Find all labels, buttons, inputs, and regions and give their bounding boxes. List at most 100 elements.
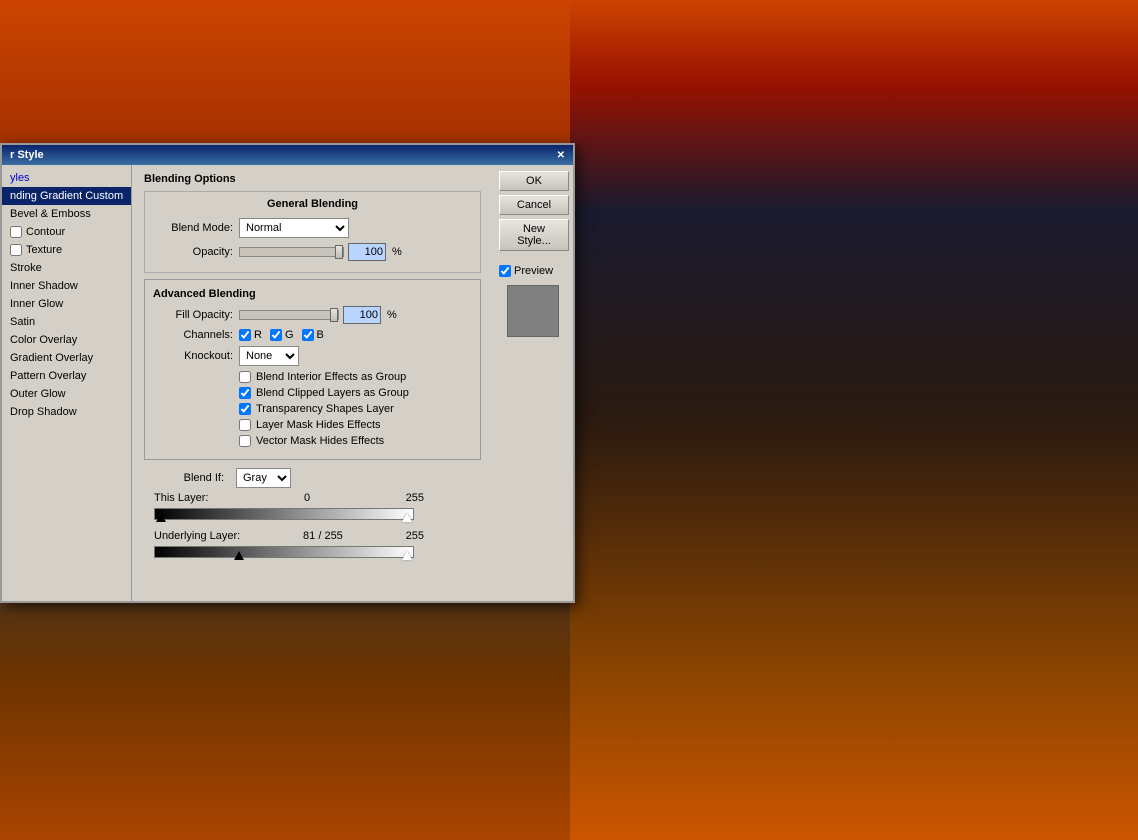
- ok-button[interactable]: OK: [499, 171, 569, 191]
- satin-item[interactable]: Satin: [2, 313, 131, 331]
- advanced-checkboxes: Blend Interior Effects as Group Blend Cl…: [153, 371, 472, 447]
- fill-opacity-percent: %: [387, 309, 397, 321]
- knockout-select[interactable]: None Shallow Deep: [239, 346, 299, 366]
- bevel-emboss-item[interactable]: Bevel & Emboss: [2, 205, 131, 223]
- general-blending-header: General Blending: [153, 198, 472, 210]
- preview-checkbox[interactable]: [499, 265, 511, 277]
- channel-b-checkbox[interactable]: [302, 329, 314, 341]
- blend-interior-row: Blend Interior Effects as Group: [239, 371, 472, 383]
- underlying-layer-min: 81 / 255: [303, 530, 343, 542]
- opacity-input[interactable]: [348, 243, 386, 261]
- cancel-button[interactable]: Cancel: [499, 195, 569, 215]
- stroke-item[interactable]: Stroke: [2, 259, 131, 277]
- layer-mask-row: Layer Mask Hides Effects: [239, 419, 472, 431]
- layer-style-dialog: r Style ✕ yles nding Gradient Custom Bev…: [0, 143, 575, 603]
- knockout-label: Knockout:: [153, 350, 233, 362]
- pattern-overlay-item[interactable]: Pattern Overlay: [2, 367, 131, 385]
- new-style-button[interactable]: New Style...: [499, 219, 569, 251]
- underlying-layer-slider[interactable]: [154, 544, 414, 560]
- blend-if-select[interactable]: Gray Red Green Blue: [236, 468, 291, 488]
- fill-opacity-thumb[interactable]: [330, 308, 338, 322]
- color-overlay-item[interactable]: Color Overlay: [2, 331, 131, 349]
- channels-row: Channels: R G B: [153, 329, 472, 341]
- preview-box: [507, 285, 559, 337]
- vector-mask-row: Vector Mask Hides Effects: [239, 435, 472, 447]
- blend-interior-checkbox[interactable]: [239, 371, 251, 383]
- dialog-titlebar: r Style ✕: [2, 145, 573, 165]
- transparency-shapes-checkbox[interactable]: [239, 403, 251, 415]
- dialog-title: r Style: [10, 149, 44, 161]
- blend-mode-label: Blend Mode:: [153, 222, 233, 234]
- blend-clipped-row: Blend Clipped Layers as Group: [239, 387, 472, 399]
- this-layer-right-handle[interactable]: [402, 513, 412, 522]
- opacity-slider-thumb[interactable]: [335, 245, 343, 259]
- layer-mask-label: Layer Mask Hides Effects: [256, 419, 381, 431]
- opacity-slider-track[interactable]: [239, 247, 344, 257]
- styles-panel-item[interactable]: yles: [2, 169, 131, 187]
- blend-if-section: Blend If: Gray Red Green Blue This Layer…: [144, 468, 481, 560]
- texture-checkbox[interactable]: [10, 244, 22, 256]
- styles-panel: yles nding Gradient Custom Bevel & Embos…: [2, 165, 132, 601]
- dialog-body: yles nding Gradient Custom Bevel & Embos…: [2, 165, 573, 601]
- this-layer-track: [154, 508, 414, 520]
- fill-opacity-input[interactable]: [343, 306, 381, 324]
- preview-container: Preview: [499, 261, 567, 345]
- this-layer-slider[interactable]: [154, 506, 414, 522]
- opacity-row: Opacity: %: [153, 243, 472, 261]
- channel-g: G: [270, 329, 294, 341]
- channel-r: R: [239, 329, 262, 341]
- preview-label: Preview: [514, 265, 553, 277]
- general-blending-section: General Blending Blend Mode: Normal Diss…: [144, 191, 481, 273]
- underlying-layer-left-handle[interactable]: [234, 551, 244, 560]
- transparency-shapes-row: Transparency Shapes Layer: [239, 403, 472, 415]
- blending-options-item[interactable]: nding Gradient Custom: [2, 187, 131, 205]
- close-icon[interactable]: ✕: [557, 150, 565, 161]
- preview-label-row: Preview: [499, 265, 567, 277]
- inner-shadow-item[interactable]: Inner Shadow: [2, 277, 131, 295]
- underlying-layer-max: 255: [406, 530, 424, 542]
- layer-mask-checkbox[interactable]: [239, 419, 251, 431]
- blend-if-row: Blend If: Gray Red Green Blue: [144, 468, 481, 488]
- this-layer-header: This Layer: 0 255: [154, 492, 424, 504]
- texture-item[interactable]: Texture: [2, 241, 131, 259]
- channel-g-checkbox[interactable]: [270, 329, 282, 341]
- channel-r-checkbox[interactable]: [239, 329, 251, 341]
- vector-mask-checkbox[interactable]: [239, 435, 251, 447]
- channel-b-label: B: [317, 329, 324, 341]
- this-layer-container: This Layer: 0 255 Underlying Layer:: [144, 492, 481, 560]
- blend-mode-select[interactable]: Normal Dissolve Multiply Screen Overlay: [239, 218, 349, 238]
- fill-opacity-row: Fill Opacity: %: [153, 306, 472, 324]
- blend-clipped-checkbox[interactable]: [239, 387, 251, 399]
- contour-checkbox[interactable]: [10, 226, 22, 238]
- channel-r-label: R: [254, 329, 262, 341]
- gradient-overlay-item[interactable]: Gradient Overlay: [2, 349, 131, 367]
- fill-opacity-slider-container: %: [239, 306, 397, 324]
- outer-glow-item[interactable]: Outer Glow: [2, 385, 131, 403]
- vector-mask-label: Vector Mask Hides Effects: [256, 435, 384, 447]
- drop-shadow-item[interactable]: Drop Shadow: [2, 403, 131, 421]
- blend-interior-label: Blend Interior Effects as Group: [256, 371, 406, 383]
- underlying-layer-header: Underlying Layer: 81 / 255 255: [154, 530, 424, 542]
- advanced-blending-section: Advanced Blending Fill Opacity: % Cha: [144, 279, 481, 460]
- channel-b: B: [302, 329, 324, 341]
- photo-right: [570, 0, 1138, 840]
- main-content: Blending Options General Blending Blend …: [132, 165, 493, 601]
- knockout-row: Knockout: None Shallow Deep: [153, 346, 472, 366]
- inner-glow-item[interactable]: Inner Glow: [2, 295, 131, 313]
- opacity-label: Opacity:: [153, 246, 233, 258]
- channels-checkboxes: R G B: [239, 329, 324, 341]
- opacity-slider-container: %: [239, 243, 402, 261]
- contour-item[interactable]: Contour: [2, 223, 131, 241]
- channels-label: Channels:: [153, 329, 233, 341]
- channel-g-label: G: [285, 329, 294, 341]
- underlying-layer-right-handle[interactable]: [402, 551, 412, 560]
- this-layer-max: 255: [406, 492, 424, 504]
- this-layer-left-handle[interactable]: [156, 513, 166, 522]
- fill-opacity-slider-track[interactable]: [239, 310, 339, 320]
- this-layer-label: This Layer:: [154, 492, 208, 504]
- fill-opacity-label: Fill Opacity:: [153, 309, 233, 321]
- buttons-panel: OK Cancel New Style... Preview: [493, 165, 573, 601]
- advanced-blending-title: Advanced Blending: [153, 288, 472, 300]
- blending-options-title: Blending Options: [144, 173, 481, 185]
- underlying-layer-label: Underlying Layer:: [154, 530, 240, 542]
